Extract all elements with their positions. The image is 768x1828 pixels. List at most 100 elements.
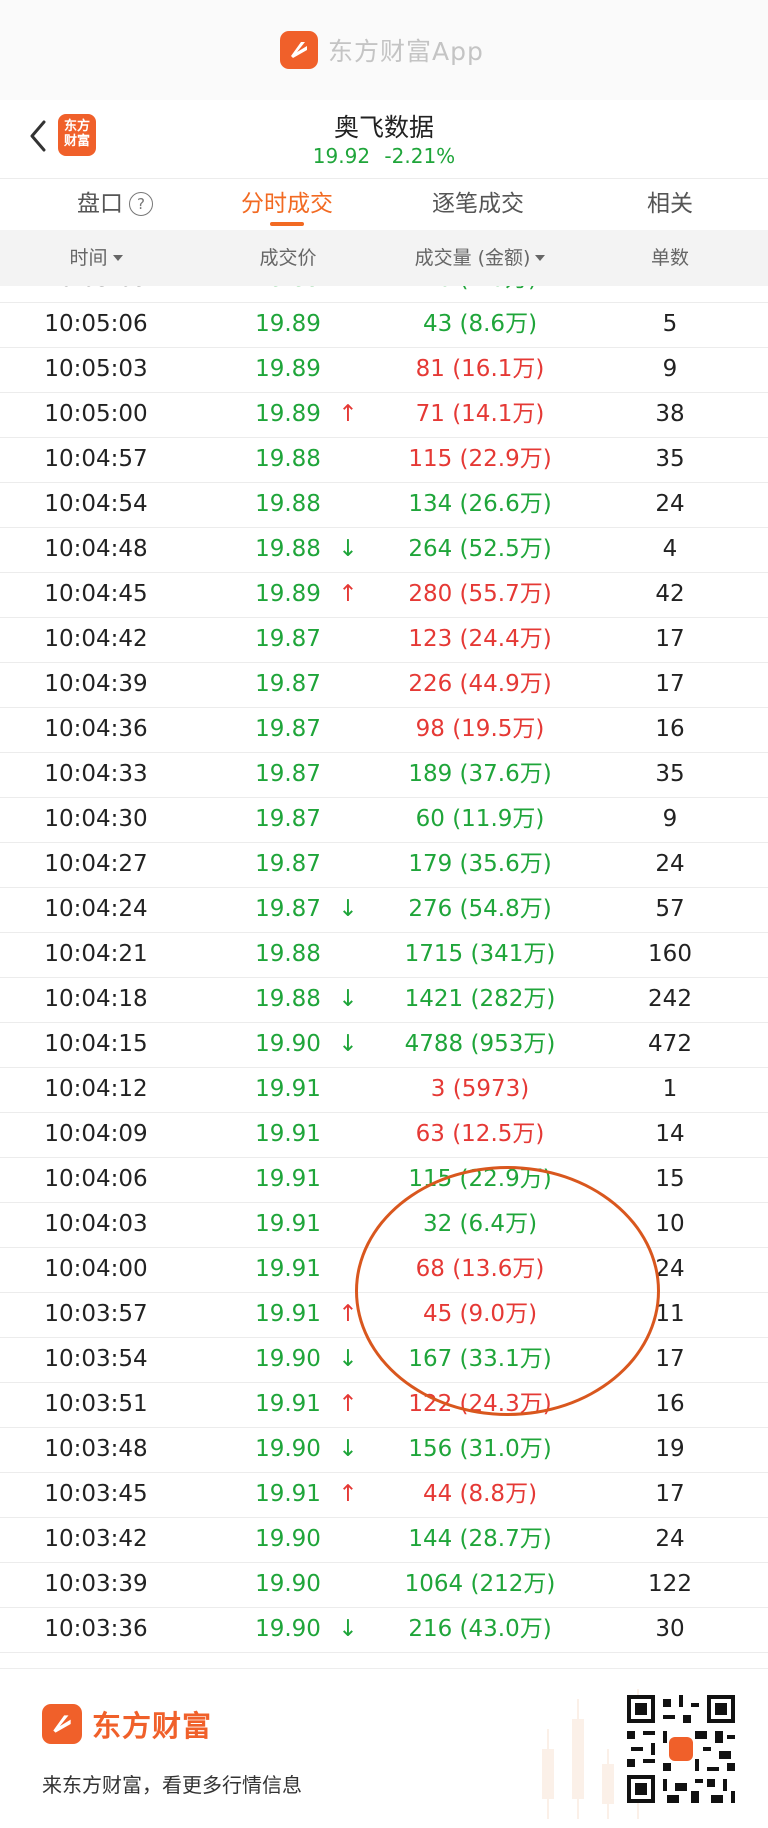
trade-time: 10:03:36 [44, 1616, 148, 1642]
arrow-placeholder [330, 482, 366, 527]
app-brand[interactable]: 东方财富App [280, 30, 484, 70]
stock-change-pct: -2.21% [384, 144, 456, 168]
arrow-placeholder [330, 1067, 366, 1112]
table-row: 10:04:57 19.88 115 (22.9万) 35 [0, 437, 768, 483]
trade-count: 35 [655, 761, 685, 787]
table-row: 10:04:36 19.87 98 (19.5万) 16 [0, 707, 768, 753]
trade-volume: 280 (55.7万) [408, 581, 552, 607]
down-arrow-icon: ↓ [338, 1616, 358, 1642]
trade-time: 10:04:09 [44, 1121, 148, 1147]
table-row: 10:04:12 19.91 3 (5973) 1 [0, 1067, 768, 1113]
trade-volume: 226 (44.9万) [408, 671, 552, 697]
column-header-count: 单数 [620, 230, 720, 286]
eastmoney-logo-icon [280, 31, 318, 69]
table-row: 10:04:24 19.87 ↓ 276 (54.8万) 57 [0, 887, 768, 933]
table-row: 10:04:39 19.87 226 (44.9万) 17 [0, 662, 768, 708]
sort-caret-icon [112, 255, 123, 261]
qr-code-icon[interactable] [627, 1695, 735, 1803]
trade-count: 9 [662, 806, 678, 832]
footer-brand-text: 东方财富 [92, 1709, 213, 1743]
app-brand-text: 东方财富App [328, 37, 484, 66]
up-arrow-icon: ↑ [338, 581, 358, 607]
trade-count: 5 [662, 311, 678, 337]
active-tab-indicator [270, 222, 304, 226]
down-arrow-icon: ↓ [338, 1346, 358, 1372]
table-header: 时间 成交价 成交量 (金额) 单数 [0, 230, 768, 286]
trade-volume: 4788 (953万) [404, 1031, 556, 1057]
trade-time: 10:03:45 [44, 1481, 148, 1507]
table-row: 10:03:39 19.90 1064 (212万) 122 [0, 1562, 768, 1608]
trade-count: 16 [655, 716, 685, 742]
trade-time: 10:04:57 [44, 446, 148, 472]
column-header-volume[interactable]: 成交量 (金额) [385, 230, 575, 286]
trade-time: 10:03:54 [44, 1346, 148, 1372]
trade-count: 1 [662, 1076, 678, 1102]
trade-count: 19 [655, 1436, 685, 1462]
table-row: 10:04:09 19.91 63 (12.5万) 14 [0, 1112, 768, 1158]
annotation-circle [355, 1166, 660, 1416]
arrow-placeholder [330, 842, 366, 887]
arrow-placeholder [330, 617, 366, 662]
trade-volume: 3 (5973) [430, 1076, 530, 1102]
stock-quote: 19.92 -2.21% [0, 144, 768, 168]
trade-volume: 71 (14.1万) [415, 401, 545, 427]
trade-count: 9 [662, 356, 678, 382]
table-row: 10:04:21 19.88 1715 (341万) 160 [0, 932, 768, 978]
table-row: 10:03:48 19.90 ↓ 156 (31.0万) 19 [0, 1427, 768, 1473]
table-row: 10:03:36 19.90 ↓ 216 (43.0万) 30 [0, 1607, 768, 1653]
trade-time: 10:04:36 [44, 716, 148, 742]
arrow-placeholder [330, 1112, 366, 1157]
tab-tick-trades[interactable]: 逐笔成交 [408, 179, 548, 231]
arrow-placeholder [330, 1202, 366, 1247]
trade-count: 24 [655, 491, 685, 517]
trade-time: 10:03:51 [44, 1391, 148, 1417]
trade-time: 10:03:39 [44, 1571, 148, 1597]
table-row: 10:04:18 19.88 ↓ 1421 (282万) 242 [0, 977, 768, 1023]
arrow-placeholder [330, 707, 366, 752]
trade-list[interactable]: 10:05:09 19.89 10 (2.0万) 4 10:05:06 19.89… [0, 286, 768, 1668]
footer-promo: 东方财富 来东方财富，看更多行情信息 [0, 1668, 768, 1828]
trade-time: 10:05:06 [44, 311, 148, 337]
down-arrow-icon: ↓ [338, 536, 358, 562]
trade-time: 10:04:15 [44, 1031, 148, 1057]
trade-volume: 216 (43.0万) [408, 1616, 552, 1642]
stock-header: 东方 财富 奥飞数据 19.92 -2.21% [0, 100, 768, 178]
table-row: 10:04:45 19.89 ↑ 280 (55.7万) 42 [0, 572, 768, 618]
arrow-placeholder [330, 347, 366, 392]
trade-volume: 1064 (212万) [404, 1571, 556, 1597]
trade-count: 35 [655, 446, 685, 472]
trade-count: 160 [648, 941, 692, 967]
trade-time: 10:04:54 [44, 491, 148, 517]
trade-volume: 1421 (282万) [404, 986, 556, 1012]
arrow-placeholder [330, 797, 366, 842]
trade-volume: 134 (26.6万) [408, 491, 552, 517]
trade-volume: 264 (52.5万) [408, 536, 552, 562]
trade-time: 10:04:18 [44, 986, 148, 1012]
tab-bar: 盘口? 分时成交 逐笔成交 相关 [0, 178, 768, 231]
tab-related[interactable]: 相关 [620, 179, 720, 231]
trade-count: 42 [655, 581, 685, 607]
trade-time: 10:04:48 [44, 536, 148, 562]
trade-count: 472 [648, 1031, 692, 1057]
up-arrow-icon: ↑ [338, 1481, 358, 1507]
tab-label: 盘口 [77, 191, 123, 217]
tab-order-book[interactable]: 盘口? [50, 179, 180, 231]
trade-volume: 156 (31.0万) [408, 1436, 552, 1462]
eastmoney-logo-icon [42, 1704, 82, 1744]
arrow-placeholder [330, 437, 366, 482]
trade-time: 10:04:30 [44, 806, 148, 832]
column-header-time[interactable]: 时间 [16, 230, 176, 286]
trade-count: 30 [655, 1616, 685, 1642]
trade-count: 24 [655, 851, 685, 877]
help-icon[interactable]: ? [129, 192, 153, 216]
arrow-placeholder [330, 932, 366, 977]
stock-price: 19.92 [312, 144, 371, 168]
trade-count: 17 [655, 626, 685, 652]
arrow-placeholder [330, 1562, 366, 1607]
tab-label: 逐笔成交 [432, 191, 524, 217]
trade-volume: 63 (12.5万) [415, 1121, 545, 1147]
up-arrow-icon: ↑ [338, 1391, 358, 1417]
trade-time: 10:04:42 [44, 626, 148, 652]
trade-count: 15 [655, 1166, 685, 1192]
trade-count: 4 [620, 286, 720, 302]
